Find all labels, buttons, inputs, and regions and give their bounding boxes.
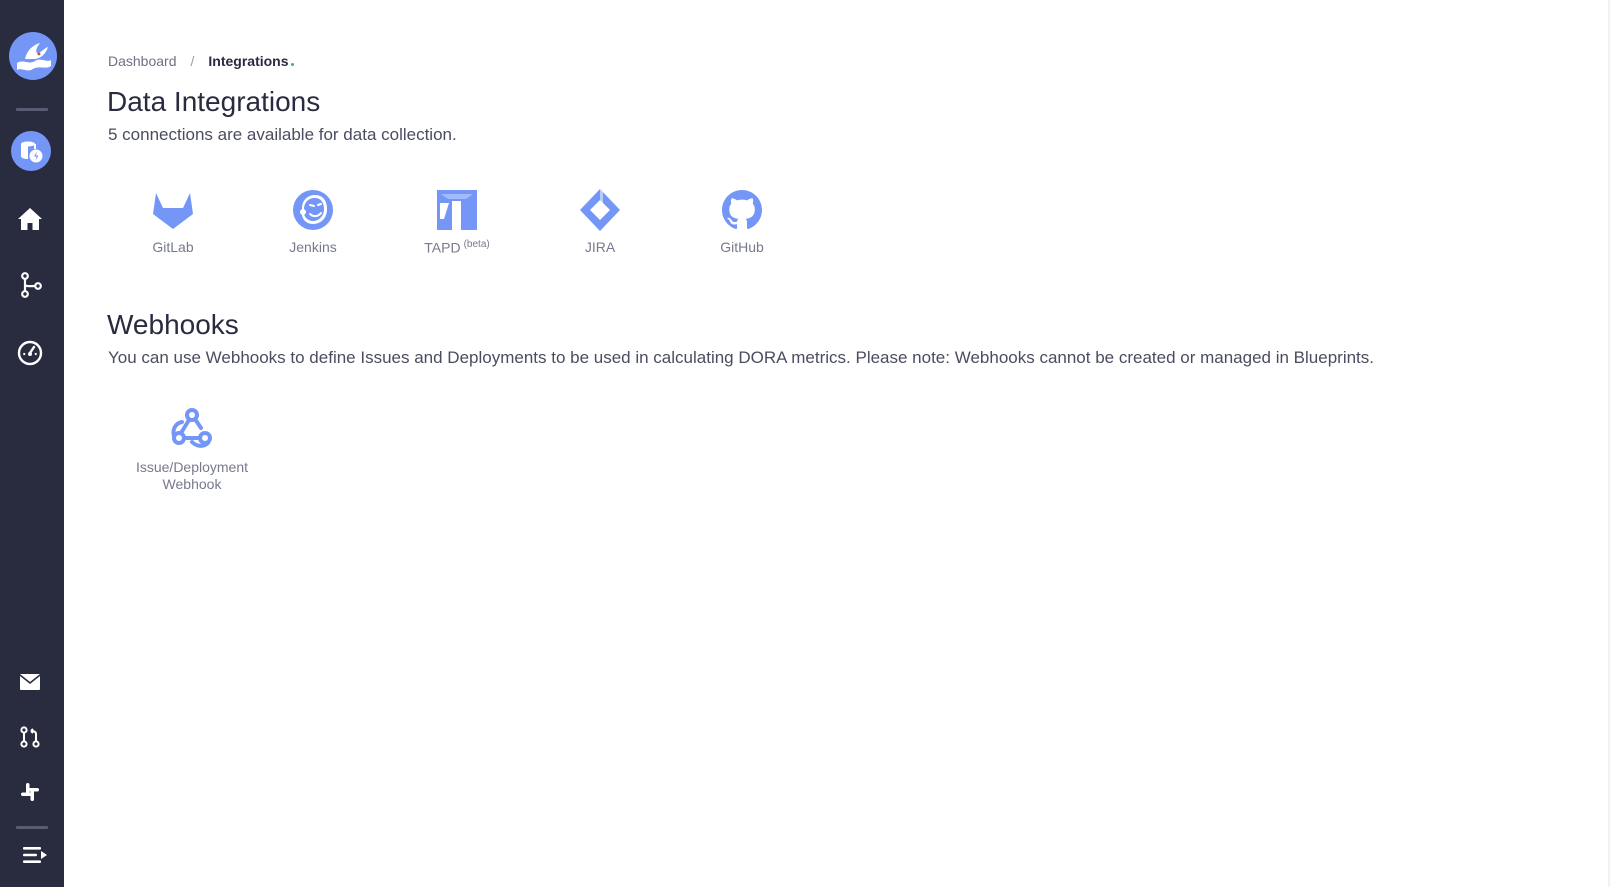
sidebar-divider-bottom <box>16 826 48 829</box>
integration-label: JIRA <box>584 239 616 255</box>
pull-request-icon[interactable] <box>17 724 43 750</box>
integration-label: GitLab <box>152 239 194 255</box>
sidebar <box>0 0 64 887</box>
breadcrumb-dashboard-link[interactable]: Dashboard <box>108 53 177 69</box>
jira-icon <box>578 188 622 232</box>
breadcrumb: Dashboard / Integrations <box>108 53 294 69</box>
status-dot <box>290 62 294 66</box>
integration-label: GitHub <box>720 239 764 255</box>
slack-icon[interactable] <box>17 779 43 805</box>
git-branch-icon[interactable] <box>17 271 45 299</box>
integration-label-text: TAPD <box>424 239 461 256</box>
webhook-issue-deployment[interactable]: Issue/Deployment Webhook <box>122 406 262 493</box>
mail-icon[interactable] <box>16 670 44 694</box>
github-icon <box>720 188 764 232</box>
webhook-icon <box>170 406 214 453</box>
sidebar-divider <box>16 108 48 111</box>
integration-jira[interactable]: JIRA <box>545 188 655 255</box>
page-title: Data Integrations <box>107 86 321 117</box>
collapse-menu-icon[interactable] <box>20 842 50 868</box>
breadcrumb-separator: / <box>190 53 195 69</box>
integration-github[interactable]: GitHub <box>687 188 797 255</box>
logo-icon[interactable] <box>9 32 57 80</box>
webhooks-title: Webhooks <box>107 309 239 340</box>
webhooks-description: You can use Webhooks to define Issues an… <box>108 348 1374 367</box>
webhook-label-line1: Issue/Deployment <box>135 459 249 475</box>
webhook-label-line2: Webhook <box>162 476 222 492</box>
tapd-icon <box>435 188 479 232</box>
breadcrumb-current: Integrations <box>208 53 289 69</box>
beta-badge: (beta) <box>463 239 490 250</box>
integration-label: Jenkins <box>289 239 337 255</box>
page-subtitle: 5 connections are available for data col… <box>108 125 457 144</box>
database-icon[interactable] <box>11 131 51 171</box>
webhook-label: Issue/Deployment Webhook <box>136 459 248 493</box>
integration-label: TAPD (beta) <box>424 239 489 256</box>
home-icon[interactable] <box>16 205 44 233</box>
gitlab-icon <box>151 188 195 232</box>
integration-gitlab[interactable]: GitLab <box>118 188 228 255</box>
integration-tapd[interactable]: TAPD (beta) <box>402 188 512 256</box>
jenkins-icon <box>291 188 335 232</box>
dashboard-gauge-icon[interactable] <box>16 339 44 367</box>
integration-jenkins[interactable]: Jenkins <box>258 188 368 255</box>
